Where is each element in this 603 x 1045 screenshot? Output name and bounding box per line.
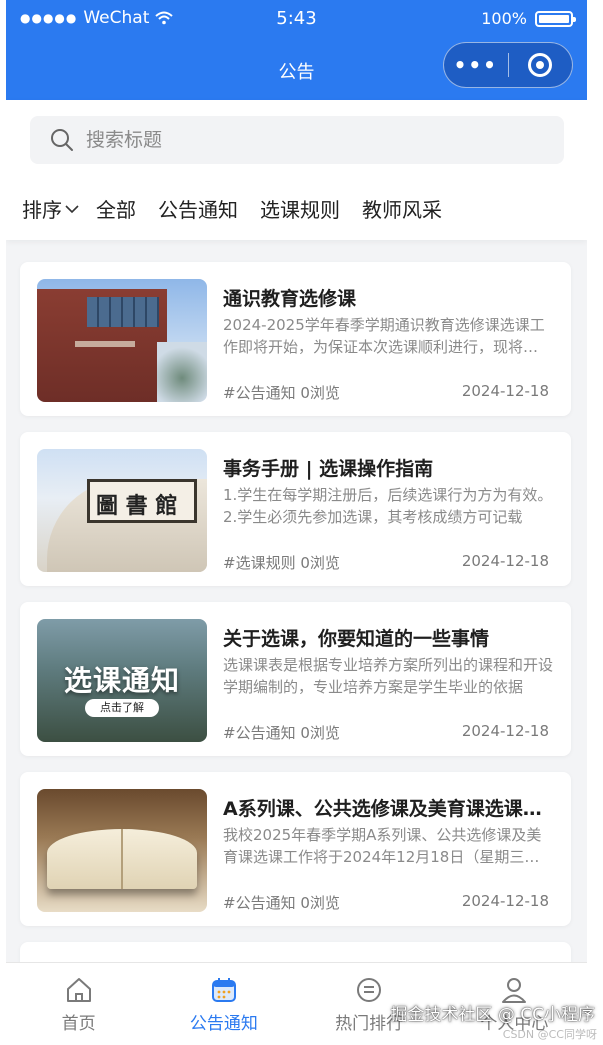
notice-tag: #公告通知 <box>223 384 296 402</box>
sort-label: 排序 <box>22 198 62 222</box>
watermark-text: 掘金技术社区 @ CC小程序 <box>390 1005 595 1025</box>
notice-thumbnail: 圖 書 館 <box>37 449 207 572</box>
notice-summary: 1.学生在每学期注册后，后续选课行为方为有效。 2.学生必须先参加选课，其考核成… <box>223 486 553 526</box>
list-icon <box>357 978 382 1002</box>
tab-teachers[interactable]: 教师风采 <box>362 194 442 223</box>
notice-views: 0浏览 <box>300 724 340 742</box>
notice-title: 通识教育选修课 <box>223 288 357 310</box>
chevron-down-icon <box>65 204 79 213</box>
home-icon <box>66 978 91 1002</box>
calendar-icon <box>211 978 236 1002</box>
nav-bar: 公告 ••• <box>6 38 587 100</box>
notice-title: 事务手册 | 选课操作指南 <box>223 458 434 480</box>
sort-dropdown[interactable]: 排序 <box>22 194 80 223</box>
notice-summary: 我校2025年春季学期A系列课、公共选修课及美育课选课工作将于2024年12月1… <box>223 826 542 866</box>
search-bar[interactable] <box>30 116 564 164</box>
notice-date: 2024-12-18 <box>461 722 549 740</box>
notice-thumbnail <box>37 789 207 912</box>
tabbar-item-home[interactable]: 首页 <box>6 963 151 1045</box>
tab-course-rules[interactable]: 选课规则 <box>260 194 340 223</box>
notice-meta: #公告通知 0浏览 <box>223 722 340 743</box>
notice-views: 0浏览 <box>300 384 340 402</box>
status-bar: ●●●●● WeChat 5:43 100% <box>6 0 587 38</box>
thumbnail-headline: 选课通知 <box>63 664 180 697</box>
search-icon <box>51 129 73 151</box>
target-icon <box>528 53 553 77</box>
notice-date: 2024-12-18 <box>461 892 549 910</box>
search-input[interactable] <box>86 129 506 151</box>
notice-thumbnail <box>37 279 207 402</box>
notice-card[interactable]: 通识教育选修课 2024-2025学年春季学期通识教育选修课选课工作即将开始，为… <box>20 262 571 416</box>
notice-tag: #选课规则 <box>223 554 296 572</box>
tabbar-label: 公告通知 <box>189 1014 258 1034</box>
mini-program-capsule: ••• <box>443 42 573 88</box>
app-frame: ●●●●● WeChat 5:43 100% 公告 ••• 搜索标题 排序 全部… <box>6 0 587 1045</box>
notice-summary: 2024-2025学年春季学期通识教育选修课选课工作即将开始，为保证本次选课顺利… <box>223 316 553 356</box>
tab-all[interactable]: 全部 <box>96 194 136 223</box>
tabbar-item-notices[interactable]: 公告通知 <box>151 963 296 1045</box>
notice-card[interactable]: 选课通知 点击了解 关于选课，你要知道的一些事情 选课课表是根据专业培养方案所列… <box>20 602 571 756</box>
watermark-small-text: CSDN @CC同学呀 <box>502 1028 597 1041</box>
notice-tag: #公告通知 <box>223 724 296 742</box>
notice-views: 0浏览 <box>300 554 340 572</box>
notice-meta: #选课规则 0浏览 <box>223 552 340 573</box>
notice-summary: 选课课表是根据专业培养方案所列出的课程和开设学期编制的，专业培养方案是学生毕业的… <box>223 656 553 696</box>
notice-date: 2024-12-18 <box>461 382 549 400</box>
tab-notices[interactable]: 公告通知 <box>158 194 238 223</box>
notice-tag: #公告通知 <box>223 894 296 912</box>
search-filter-panel: 排序 全部 公告通知 选课规则 教师风采 <box>6 100 587 240</box>
notice-thumbnail: 选课通知 点击了解 <box>37 619 207 742</box>
notice-list: 通识教育选修课 2024-2025学年春季学期通识教育选修课选课工作即将开始，为… <box>20 262 571 998</box>
notice-card[interactable]: 圖 書 館 事务手册 | 选课操作指南 1.学生在每学期注册后，后续选课行为方为… <box>20 432 571 586</box>
battery-icon <box>535 10 576 27</box>
plaque-text: 圖 書 館 <box>96 494 178 519</box>
tabbar-label: 首页 <box>61 1014 96 1034</box>
thumbnail-button: 点击了解 <box>85 699 159 717</box>
notice-meta: #公告通知 0浏览 <box>223 382 340 403</box>
more-menu-button[interactable]: ••• <box>444 42 508 88</box>
notice-views: 0浏览 <box>300 894 340 912</box>
close-miniprogram-button[interactable] <box>509 52 573 78</box>
notice-title: 关于选课，你要知道的一些事情 <box>223 628 490 650</box>
notice-title: A系列课、公共选修课及美育课选课通知 <box>223 798 553 820</box>
filter-tabs: 排序 全部 公告通知 选课规则 教师风采 <box>22 194 464 223</box>
notice-meta: #公告通知 0浏览 <box>223 892 340 913</box>
battery-percent: 100% <box>481 9 527 28</box>
status-right: 100% <box>481 9 576 28</box>
notice-card[interactable]: A系列课、公共选修课及美育课选课通知 我校2025年春季学期A系列课、公共选修课… <box>20 772 571 926</box>
notice-date: 2024-12-18 <box>461 552 549 570</box>
